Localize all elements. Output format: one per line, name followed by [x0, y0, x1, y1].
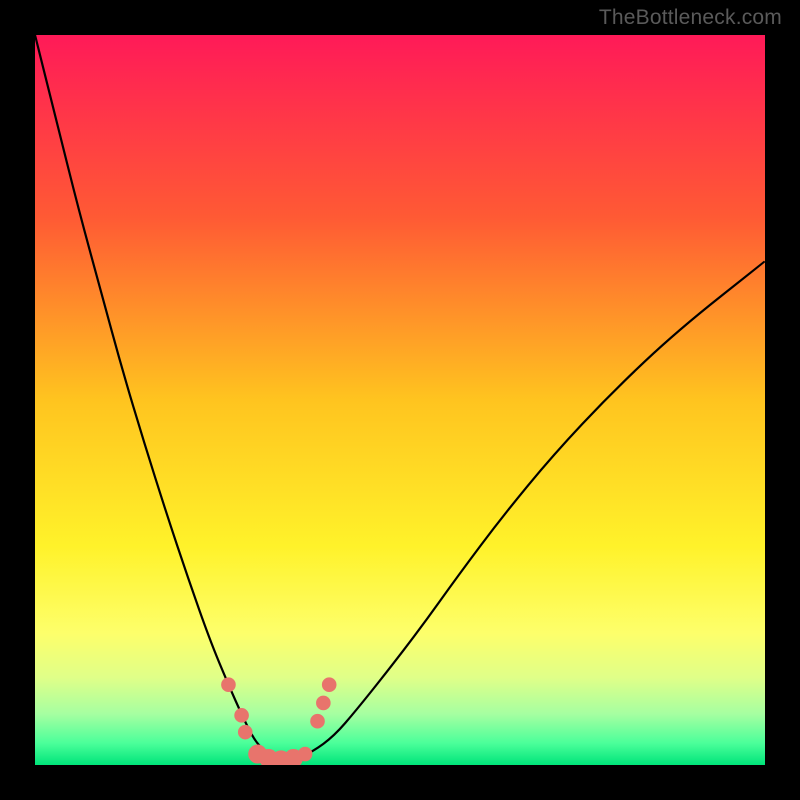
marker-dot: [238, 725, 253, 740]
markers-group: [221, 677, 336, 765]
bottleneck-curve: [35, 35, 765, 759]
marker-dot: [316, 696, 331, 711]
marker-dot: [221, 677, 236, 692]
watermark-text: TheBottleneck.com: [599, 6, 782, 30]
marker-dot: [234, 708, 249, 723]
marker-dot: [322, 677, 337, 692]
plot-area: [35, 35, 765, 765]
chart-stage: TheBottleneck.com: [0, 0, 800, 800]
curve-layer: [35, 35, 765, 765]
marker-dot: [310, 714, 325, 729]
marker-dot: [298, 747, 313, 762]
